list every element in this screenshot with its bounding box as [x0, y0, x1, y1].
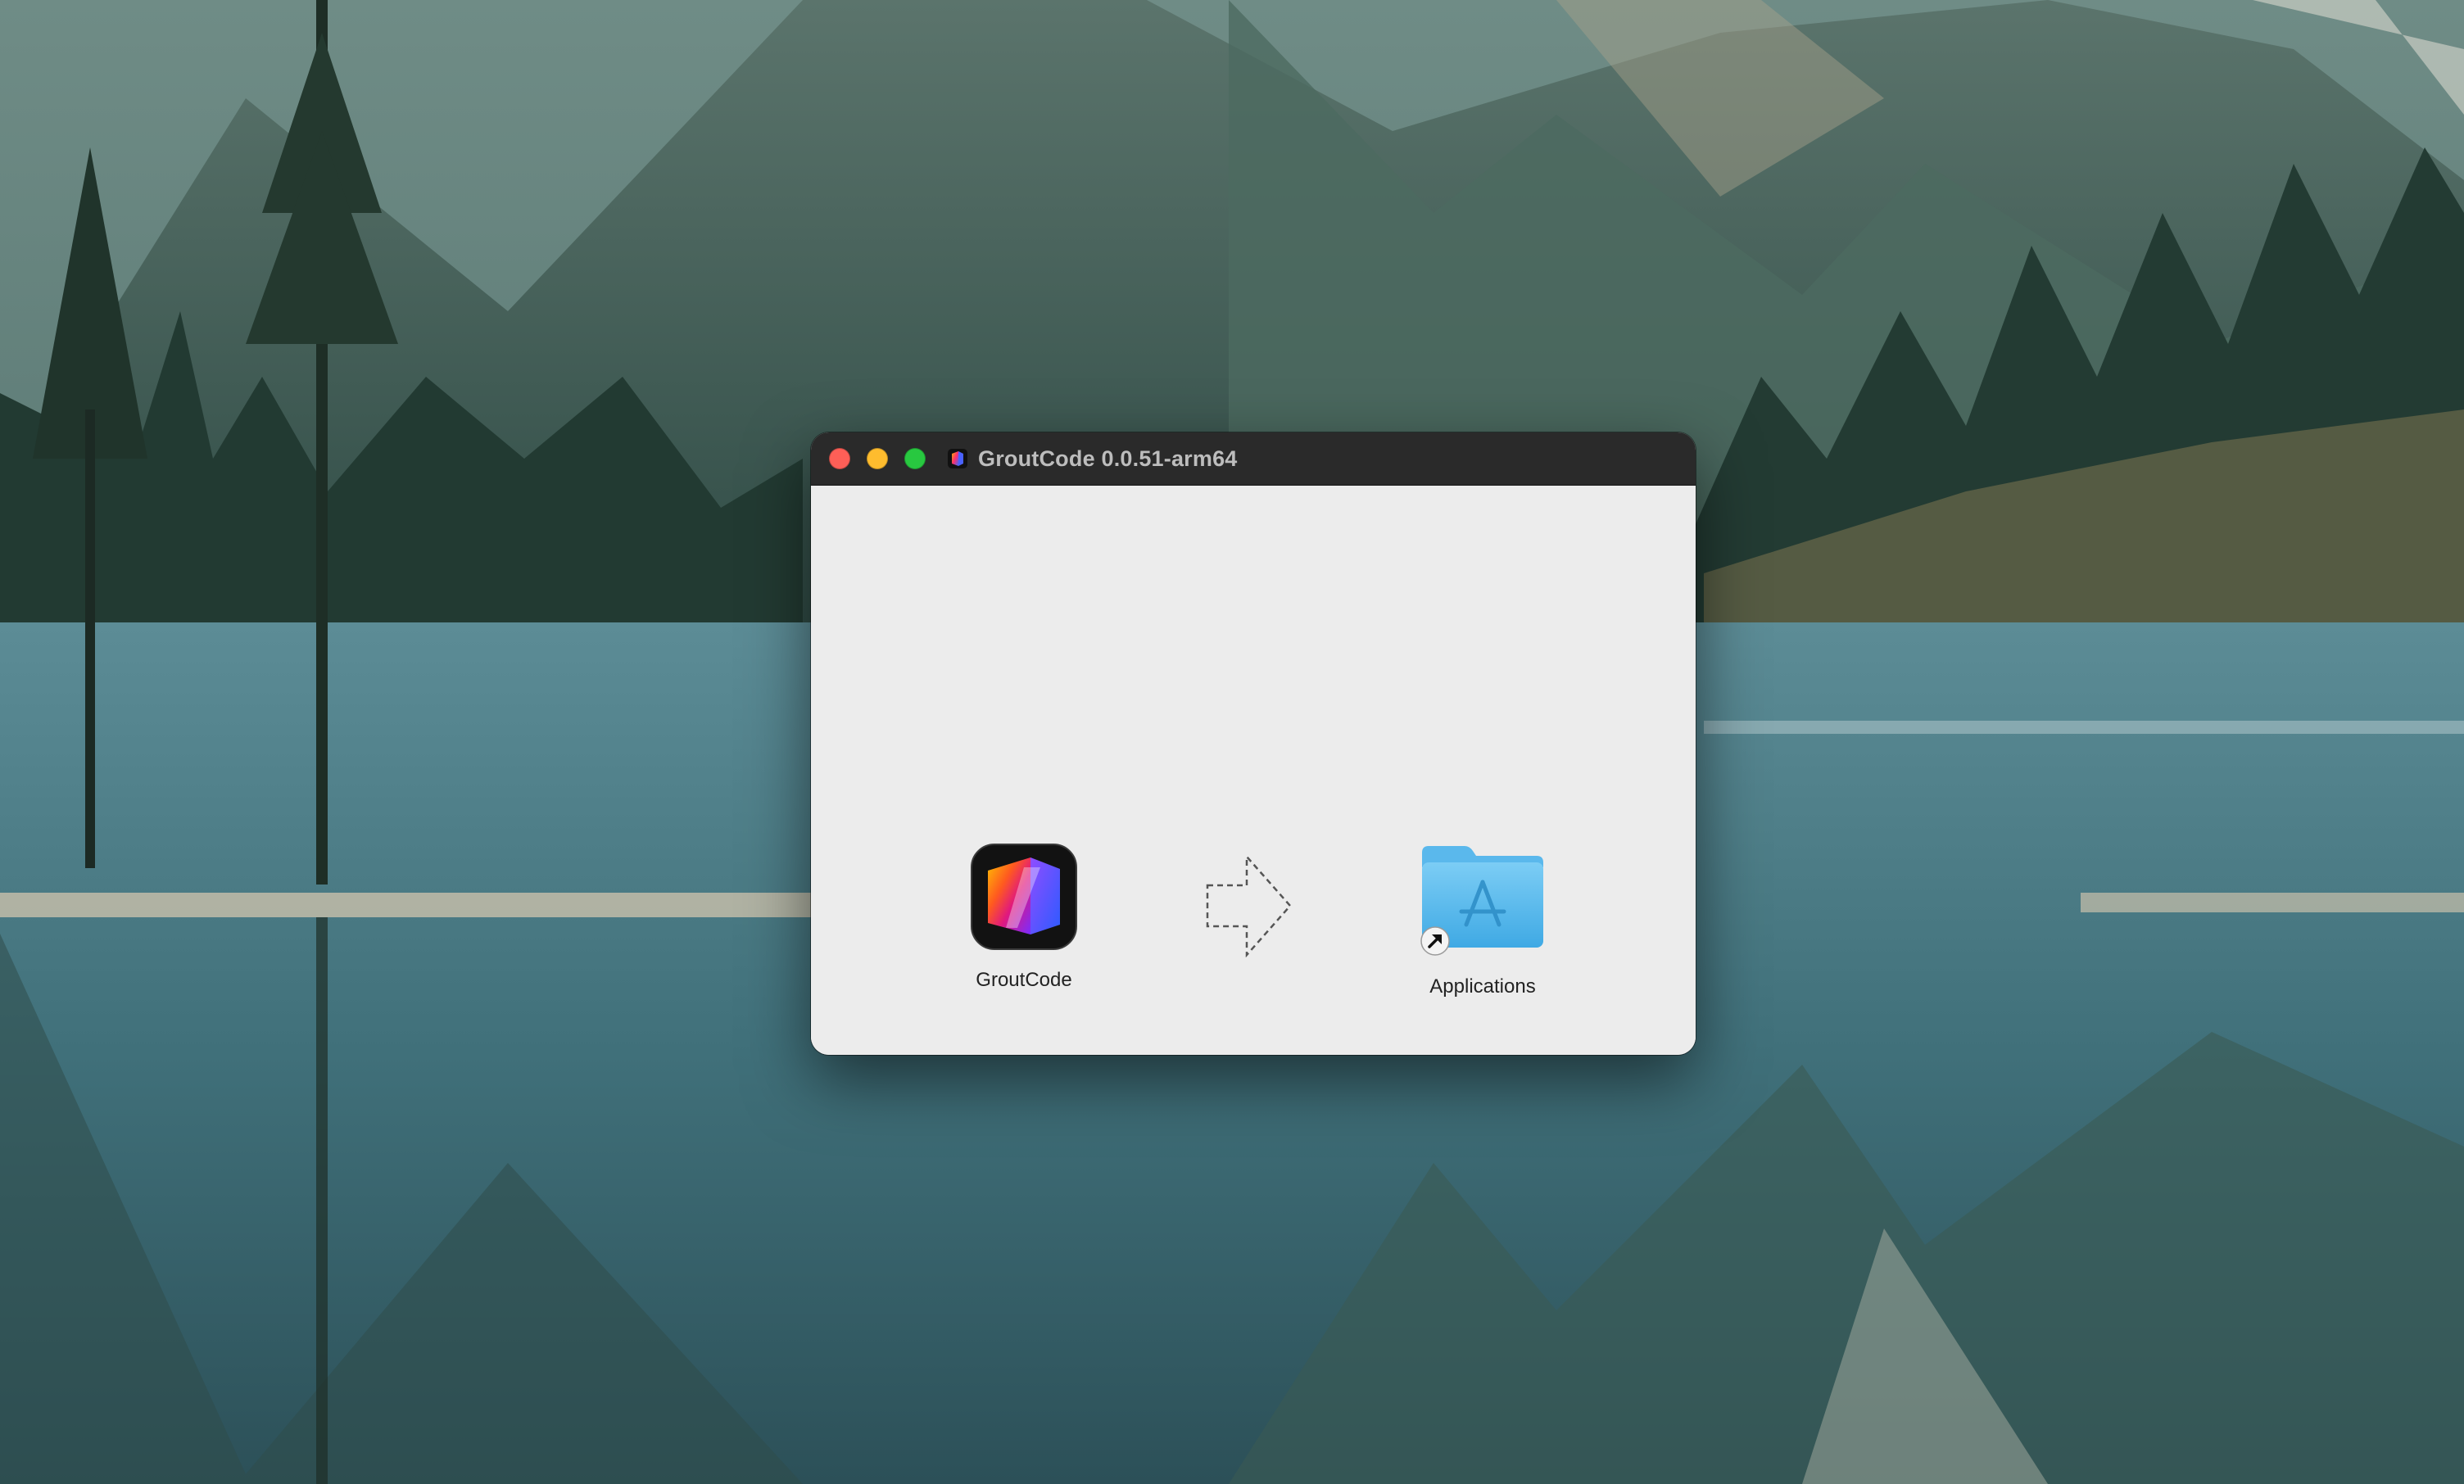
- minimize-button[interactable]: [867, 448, 888, 469]
- window-title-group: GroutCode 0.0.51-arm64: [947, 446, 1238, 472]
- close-button[interactable]: [829, 448, 850, 469]
- groutcode-app-icon: [948, 449, 967, 468]
- maximize-button[interactable]: [904, 448, 926, 469]
- groutcode-app-item[interactable]: GroutCode: [926, 843, 1122, 992]
- window-content: GroutCode Applications: [811, 486, 1696, 1055]
- dmg-installer-window: GroutCode 0.0.51-arm64 GroutCode Applica…: [811, 432, 1696, 1055]
- desktop: GroutCode 0.0.51-arm64 GroutCode Applica…: [0, 0, 2464, 1484]
- applications-folder-icon[interactable]: [1419, 843, 1547, 957]
- groutcode-app-icon[interactable]: [970, 843, 1078, 951]
- window-title: GroutCode 0.0.51-arm64: [978, 446, 1238, 471]
- window-titlebar[interactable]: GroutCode 0.0.51-arm64: [811, 432, 1696, 486]
- applications-folder-label: Applications: [1429, 975, 1536, 998]
- applications-folder-item[interactable]: Applications: [1384, 843, 1581, 998]
- dashed-arrow-right-icon: [1206, 854, 1292, 957]
- groutcode-app-label: GroutCode: [976, 969, 1072, 991]
- traffic-lights: [829, 448, 926, 469]
